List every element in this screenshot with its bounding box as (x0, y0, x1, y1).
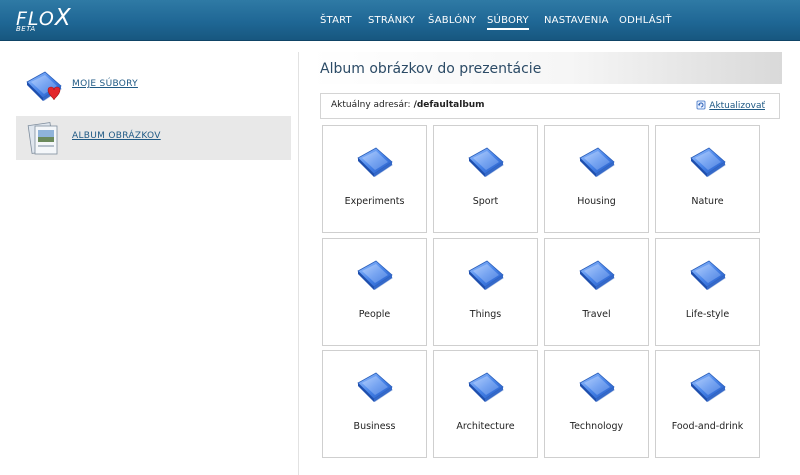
refresh-link[interactable]: Aktualizovať (696, 100, 765, 111)
sidebar: MOJE SÚBORY ALBUM OBRÁZKOV (8, 52, 299, 475)
nav-nastavenia[interactable]: NASTAVENIA (544, 15, 609, 26)
folder-tile-nature[interactable]: Nature (655, 125, 760, 233)
address-path: /defaultalbum (413, 100, 485, 110)
folder-tile-housing[interactable]: Housing (544, 125, 649, 233)
main-nav: ŠTART STRÁNKY ŠABLÓNY SÚBORY NASTAVENIA … (0, 15, 800, 31)
nav-sablony[interactable]: ŠABLÓNY (428, 15, 476, 26)
folder-tile-travel[interactable]: Travel (544, 238, 649, 346)
folder-label: Experiments (344, 196, 405, 207)
folder-label: Travel (582, 309, 611, 320)
folder-label: People (358, 309, 391, 320)
folder-tile-sport[interactable]: Sport (433, 125, 538, 233)
nav-start[interactable]: ŠTART (320, 15, 352, 26)
folder-icon (688, 257, 728, 293)
folder-tile-people[interactable]: People (322, 238, 427, 346)
sidebar-item-label: MOJE SÚBORY (72, 79, 138, 89)
folder-icon (577, 144, 617, 180)
folder-icon (577, 369, 617, 405)
nav-stranky[interactable]: STRÁNKY (368, 15, 415, 26)
folder-label: Sport (472, 196, 499, 207)
folder-tile-experiments[interactable]: Experiments (322, 125, 427, 233)
refresh-icon (696, 100, 706, 110)
folder-label: Food-and-drink (671, 421, 744, 432)
refresh-label: Aktualizovať (709, 101, 765, 111)
folder-icon (355, 144, 395, 180)
folder-tile-architecture[interactable]: Architecture (433, 350, 538, 458)
folder-icon (688, 369, 728, 405)
folder-icon (355, 257, 395, 293)
folder-label: Housing (577, 196, 616, 207)
folder-tile-life-style[interactable]: Life-style (655, 238, 760, 346)
folder-icon (355, 369, 395, 405)
folder-label: Architecture (456, 421, 515, 432)
folder-label: Business (353, 421, 396, 432)
folder-icon (466, 257, 506, 293)
folder-heart-icon (24, 68, 64, 104)
nav-subory[interactable]: SÚBORY (487, 15, 529, 30)
nav-odhlasit[interactable]: ODHLÁSIŤ (619, 15, 672, 26)
sidebar-item-album-obrazkov[interactable]: ALBUM OBRÁZKOV (16, 116, 291, 160)
folder-label: Things (469, 309, 502, 320)
address-bar: Aktuálny adresár:/defaultalbum Aktualizo… (320, 93, 780, 119)
address-label: Aktuálny adresár:/defaultalbum (331, 100, 485, 110)
folder-icon (466, 369, 506, 405)
folder-icon (466, 144, 506, 180)
folder-tile-technology[interactable]: Technology (544, 350, 649, 458)
top-header: FLOX BETA ŠTART STRÁNKY ŠABLÓNY SÚBORY N… (0, 0, 800, 41)
folder-tile-business[interactable]: Business (322, 350, 427, 458)
folder-tile-food-and-drink[interactable]: Food-and-drink (655, 350, 760, 458)
folder-tile-things[interactable]: Things (433, 238, 538, 346)
page-title-bar: Album obrázkov do prezentácie (309, 52, 782, 84)
folder-label: Technology (569, 421, 624, 432)
folder-icon (577, 257, 617, 293)
folder-icon (688, 144, 728, 180)
page-title: Album obrázkov do prezentácie (320, 61, 542, 77)
sidebar-item-moje-subory[interactable]: MOJE SÚBORY (16, 64, 291, 108)
sidebar-item-label: ALBUM OBRÁZKOV (72, 131, 161, 141)
folder-label: Life-style (685, 309, 730, 320)
folder-label: Nature (691, 196, 724, 207)
photo-album-icon (27, 122, 58, 155)
address-label-text: Aktuálny adresár: (331, 100, 411, 110)
